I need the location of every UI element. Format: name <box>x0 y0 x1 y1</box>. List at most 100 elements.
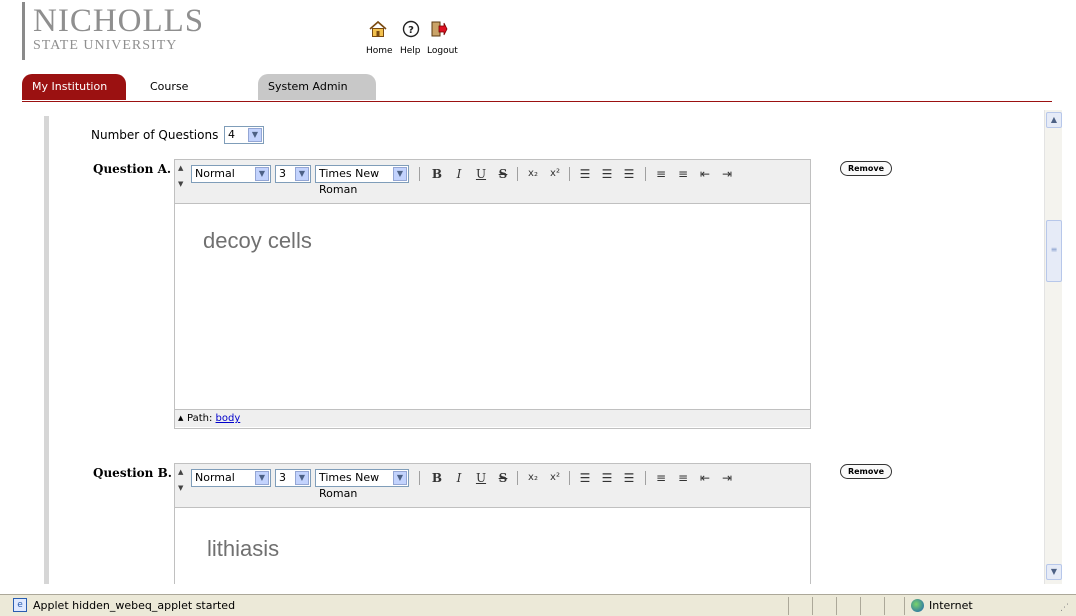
align-center-icon[interactable]: ☰ <box>597 469 617 487</box>
toolbar-collapse-icon[interactable]: ▲ <box>178 468 183 476</box>
content-area: Number of Questions 4 ▼ Question A. ▲ ▼ … <box>0 102 1044 584</box>
internet-globe-icon <box>911 599 924 612</box>
strikethrough-button[interactable]: S <box>493 165 513 183</box>
format-select[interactable]: Normal ▼ <box>191 469 271 487</box>
bold-button[interactable]: B <box>427 165 447 183</box>
editor-toolbar: ▲ ▼ Normal ▼ 3 ▼ Times New Roman ▼ B I U… <box>175 464 810 508</box>
toolbar-separator <box>419 471 420 485</box>
toolbar-collapse-icon[interactable]: ▲ <box>178 164 183 172</box>
num-questions-label: Number of Questions <box>91 128 219 142</box>
size-select[interactable]: 3 ▼ <box>275 469 311 487</box>
chevron-down-icon: ▼ <box>393 167 407 181</box>
remove-question-a-button[interactable]: Remove <box>840 161 892 176</box>
align-right-icon[interactable]: ☰ <box>619 165 639 183</box>
logo-name: NICHOLLS <box>33 3 205 39</box>
tab-my-institution[interactable]: My Institution <box>22 74 126 100</box>
scroll-up-icon[interactable]: ▲ <box>1046 112 1062 128</box>
bold-button[interactable]: B <box>427 469 447 487</box>
home-icon <box>369 20 387 37</box>
superscript-button[interactable]: x² <box>545 165 565 183</box>
left-border-rule <box>44 116 49 584</box>
question-a-text: decoy cells <box>203 228 312 253</box>
question-b-editor: ▲ ▼ Normal ▼ 3 ▼ Times New Roman ▼ B I U… <box>174 463 811 584</box>
resize-grip-icon[interactable]: ⋰ <box>1060 603 1069 613</box>
path-body-link[interactable]: body <box>216 413 241 424</box>
toolbar-separator <box>645 167 646 181</box>
toolbar-separator <box>569 471 570 485</box>
format-select-value: Normal <box>195 471 235 484</box>
nav-help-label: Help <box>400 46 421 56</box>
logo-divider <box>22 2 25 60</box>
status-divider <box>788 597 789 615</box>
nav-home-label: Home <box>366 46 393 56</box>
underline-button[interactable]: U <box>471 165 491 183</box>
toolbar-separator <box>517 167 518 181</box>
outdent-icon[interactable]: ⇤ <box>695 165 715 183</box>
tab-system-admin[interactable]: System Admin <box>258 74 376 100</box>
status-divider <box>860 597 861 615</box>
status-divider <box>904 597 905 615</box>
ordered-list-icon[interactable]: ≡ <box>651 165 671 183</box>
logout-icon <box>431 21 448 37</box>
format-select-value: Normal <box>195 167 235 180</box>
indent-icon[interactable]: ⇥ <box>717 165 737 183</box>
nav-help[interactable]: ? Help <box>398 20 424 60</box>
align-right-icon[interactable]: ☰ <box>619 469 639 487</box>
subscript-button[interactable]: x₂ <box>523 469 543 487</box>
unordered-list-icon[interactable]: ≡ <box>673 469 693 487</box>
tab-course-catalog[interactable]: Course Catalog <box>140 74 240 119</box>
underline-button[interactable]: U <box>471 469 491 487</box>
nav-logout-label: Logout <box>427 46 458 56</box>
path-collapse-icon[interactable]: ▲ <box>178 410 183 427</box>
size-select[interactable]: 3 ▼ <box>275 165 311 183</box>
svg-text:?: ? <box>408 25 414 36</box>
question-b-text: lithiasis <box>207 536 280 561</box>
toolbar-separator <box>517 471 518 485</box>
status-text: Applet hidden_webeq_applet started <box>33 599 236 612</box>
question-b-edit-area[interactable]: lithiasis <box>175 508 810 584</box>
chevron-down-icon: ▼ <box>255 167 269 181</box>
page-header: NICHOLLS STATE UNIVERSITY Home ? Help Lo… <box>0 0 1076 119</box>
question-a-label: Question A. <box>93 162 172 176</box>
unordered-list-icon[interactable]: ≡ <box>673 165 693 183</box>
status-divider <box>812 597 813 615</box>
align-center-icon[interactable]: ☰ <box>597 165 617 183</box>
align-left-icon[interactable]: ☰ <box>575 469 595 487</box>
status-divider <box>836 597 837 615</box>
scrollbar-thumb[interactable]: ≡ <box>1046 220 1062 282</box>
chevron-down-icon: ▼ <box>393 471 407 485</box>
nav-logout[interactable]: Logout <box>424 20 464 60</box>
question-a-edit-area[interactable]: decoy cells <box>175 204 810 409</box>
toolbar-separator <box>645 471 646 485</box>
path-bar: ▲ Path: body <box>175 409 810 427</box>
font-select-value: Times New Roman <box>319 471 380 500</box>
question-b-label: Question B. <box>93 466 172 480</box>
font-select[interactable]: Times New Roman ▼ <box>315 165 409 196</box>
strikethrough-button[interactable]: S <box>493 469 513 487</box>
toolbar-expand-icon[interactable]: ▼ <box>178 484 183 492</box>
chevron-down-icon: ▼ <box>295 471 309 485</box>
num-questions-select[interactable]: 4 ▼ <box>224 126 264 144</box>
italic-button[interactable]: I <box>449 469 469 487</box>
chevron-down-icon: ▼ <box>255 471 269 485</box>
help-icon: ? <box>402 20 420 38</box>
toolbar-separator <box>569 167 570 181</box>
ordered-list-icon[interactable]: ≡ <box>651 469 671 487</box>
indent-icon[interactable]: ⇥ <box>717 469 737 487</box>
italic-button[interactable]: I <box>449 165 469 183</box>
outdent-icon[interactable]: ⇤ <box>695 469 715 487</box>
scroll-down-icon[interactable]: ▼ <box>1046 564 1062 580</box>
num-questions-value: 4 <box>228 128 235 141</box>
align-left-icon[interactable]: ☰ <box>575 165 595 183</box>
vertical-scrollbar[interactable]: ▲ ≡ ▼ <box>1044 110 1062 584</box>
page-icon: e <box>13 598 27 612</box>
font-select[interactable]: Times New Roman ▼ <box>315 469 409 500</box>
size-select-value: 3 <box>279 167 286 180</box>
format-select[interactable]: Normal ▼ <box>191 165 271 183</box>
logo-subtitle: STATE UNIVERSITY <box>33 38 178 53</box>
nav-home[interactable]: Home <box>366 20 396 60</box>
subscript-button[interactable]: x₂ <box>523 165 543 183</box>
toolbar-expand-icon[interactable]: ▼ <box>178 180 183 188</box>
remove-question-b-button[interactable]: Remove <box>840 464 892 479</box>
superscript-button[interactable]: x² <box>545 469 565 487</box>
